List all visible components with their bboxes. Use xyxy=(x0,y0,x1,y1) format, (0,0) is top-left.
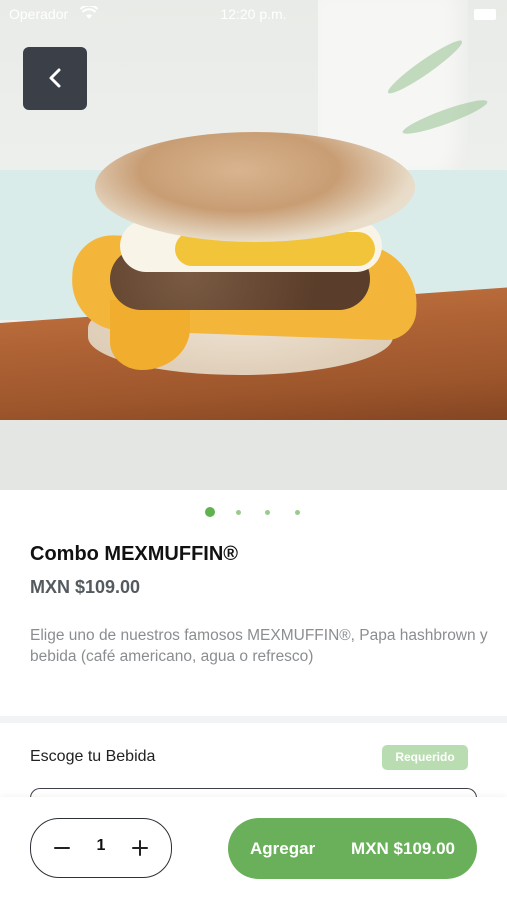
status-bar: Operador 12:20 p.m. xyxy=(0,0,507,28)
add-button-amount: MXN $109.00 xyxy=(351,839,455,858)
bottom-action-bar: 1 Agregar MXN $109.00 xyxy=(0,797,507,900)
add-button-label: Agregar xyxy=(250,839,316,858)
required-badge: Requerido xyxy=(382,745,468,770)
section-divider xyxy=(0,716,507,723)
battery-icon xyxy=(474,9,496,20)
back-button[interactable] xyxy=(23,47,87,110)
product-title: Combo MEXMUFFIN® xyxy=(30,543,239,565)
carousel-dot-4[interactable] xyxy=(295,510,300,515)
plus-icon[interactable] xyxy=(127,835,153,861)
carousel-dot-1[interactable] xyxy=(205,507,215,517)
chevron-left-icon xyxy=(49,68,61,88)
carousel-dot-3[interactable] xyxy=(265,510,270,515)
product-description: Elige uno de nuestros famosos MEXMUFFIN®… xyxy=(30,627,488,665)
product-price: MXN $109.00 xyxy=(30,577,141,597)
quantity-stepper: 1 xyxy=(30,818,172,878)
add-to-cart-button[interactable]: Agregar MXN $109.00 xyxy=(228,818,477,879)
drink-section-label: Escoge tu Bebida xyxy=(30,748,156,765)
carousel-pagination xyxy=(0,507,507,519)
carousel-dot-2[interactable] xyxy=(236,510,241,515)
status-time: 12:20 p.m. xyxy=(220,6,287,22)
